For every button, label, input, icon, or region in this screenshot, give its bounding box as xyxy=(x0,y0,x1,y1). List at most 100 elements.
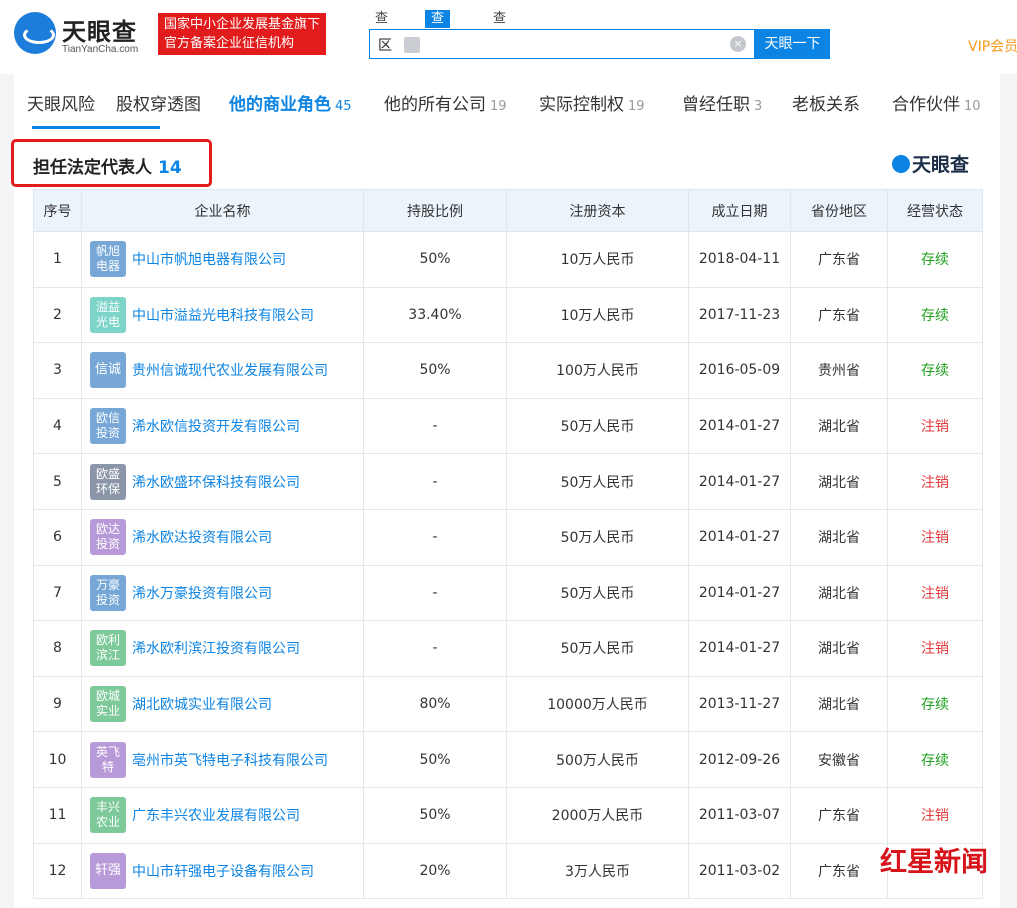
share-ratio: 20% xyxy=(363,842,507,900)
company-cell: 欧利 滨江 浠水欧利滨江投资有限公司 xyxy=(81,620,364,677)
region: 贵州省 xyxy=(790,342,888,399)
tianyancha-logo[interactable]: 天眼查 TianYanCha.com xyxy=(14,12,154,58)
tab-business-roles[interactable]: 他的商业角色 45 xyxy=(229,90,352,115)
tab-partners[interactable]: 合作伙伴 10 xyxy=(892,90,981,115)
region: 湖北省 xyxy=(790,620,888,677)
company-logo[interactable]: 信诚 xyxy=(90,352,126,389)
company-logo-line-1: 欧信 xyxy=(95,411,120,426)
logo-text: 天眼查 xyxy=(62,18,137,46)
row-no: 11 xyxy=(33,786,82,844)
registered-capital: 3万人民币 xyxy=(506,842,689,900)
search-tab-relation[interactable]: 查关系 xyxy=(487,10,512,62)
registered-capital: 10000万人民币 xyxy=(506,675,689,733)
registered-capital: 50万人民币 xyxy=(506,564,689,622)
company-logo[interactable]: 欧信 投资 xyxy=(90,408,126,445)
table-row: 2 溢益 光电 中山市溢益光电科技有限公司 33.40% 10万人民币 2017-11-23… xyxy=(33,286,983,344)
table-row: 10 英飞特亳州市英飞特电子科技有限公司 50% 500万人民币 2012-09-26 安… xyxy=(33,731,983,788)
eye-logo-icon xyxy=(892,155,910,173)
company-logo[interactable]: 欧城 实业 xyxy=(90,686,126,723)
company-cell: 欧盛 环保 浠水欧盛环保科技有限公司 xyxy=(81,453,364,510)
tab-actual-control[interactable]: 实际控制权 19 xyxy=(539,90,645,115)
company-name-link[interactable]: 贵州信诚现代农业发展有限公司 xyxy=(132,363,328,379)
row-no: 12 xyxy=(33,842,82,900)
col-header-no: 序号 xyxy=(33,189,82,232)
company-logo[interactable]: 轩强 xyxy=(90,852,126,889)
company-logo[interactable]: 万豪 投资 xyxy=(90,574,126,611)
company-logo-line-2: 特 xyxy=(101,759,114,774)
company-logo-line-2: 环保 xyxy=(95,481,120,496)
search-input[interactable]: 区 × xyxy=(369,29,755,59)
tab-boss-relations[interactable]: 老板关系 xyxy=(792,90,860,115)
company-logo[interactable]: 溢益 光电 xyxy=(90,296,126,333)
company-logo-line-1: 英飞 xyxy=(95,744,120,759)
business-status: 注销 xyxy=(887,620,983,677)
business-status: 存续 xyxy=(887,286,983,344)
red-highlight-annotation xyxy=(11,139,212,187)
company-logo-line-2: 光电 xyxy=(95,314,120,329)
col-header-share: 持股比例 xyxy=(363,189,507,232)
share-ratio: 50% xyxy=(363,731,507,788)
top-header: 天眼查 TianYanCha.com 国家中小企业发展基金旗下 官方备案企业征信… xyxy=(0,0,1017,74)
share-ratio: - xyxy=(363,508,507,566)
founded-date: 2014-01-27 xyxy=(688,564,791,622)
legal-representative-table: 序号 企业名称 持股比例 注册资本 成立日期 省份地区 经营状态 1 帆旭 电器 中山… xyxy=(33,189,983,900)
company-logo[interactable]: 欧盛 环保 xyxy=(90,463,126,500)
tab-count: 3 xyxy=(754,99,763,114)
company-name-link[interactable]: 广东丰兴农业发展有限公司 xyxy=(132,808,300,824)
tab-label: 他的商业角色 xyxy=(229,95,331,115)
company-name-link[interactable]: 中山市轩强电子设备有限公司 xyxy=(132,864,314,880)
search-tab-boss[interactable]: 查老板 xyxy=(425,10,451,62)
tab-count: 10 xyxy=(964,99,981,114)
company-logo[interactable]: 丰兴 农业 xyxy=(90,797,126,834)
company-name-link[interactable]: 湖北欧城实业有限公司 xyxy=(132,697,272,713)
region: 广东省 xyxy=(790,786,888,844)
company-logo-line-1: 信诚 xyxy=(94,362,121,378)
table-row: 3 信诚 贵州信诚现代农业发展有限公司 50% 100万人民币 2016-05-09 贵州省… xyxy=(33,342,983,399)
tab-count: 19 xyxy=(628,99,645,114)
share-ratio: 50% xyxy=(363,342,507,399)
share-ratio: 33.40% xyxy=(363,286,507,344)
company-name-link[interactable]: 浠水欧信投资开发有限公司 xyxy=(132,419,300,435)
search-tab-company[interactable]: 查公司 xyxy=(369,10,394,62)
founded-date: 2012-09-26 xyxy=(688,731,791,788)
company-logo[interactable]: 欧利 滨江 xyxy=(90,630,126,667)
company-name-link[interactable]: 亳州市英飞特电子科技有限公司 xyxy=(132,753,328,769)
tab-risk[interactable]: 天眼风险 xyxy=(27,90,95,115)
company-logo[interactable]: 欧达 投资 xyxy=(90,519,126,556)
business-status: 存续 xyxy=(887,231,983,288)
row-no: 5 xyxy=(33,453,82,510)
tab-all-companies[interactable]: 他的所有公司 19 xyxy=(384,90,507,115)
clear-icon[interactable]: × xyxy=(730,36,746,52)
business-status: 注销 xyxy=(887,508,983,566)
company-logo-line-1: 帆旭 xyxy=(95,244,120,259)
table-row: 6 欧达 投资 浠水欧达投资有限公司 -50万人民币 2014-01-27 湖北省 注销 xyxy=(33,508,983,566)
company-cell: 英飞特亳州市英飞特电子科技有限公司 xyxy=(81,731,364,788)
registered-capital: 50万人民币 xyxy=(506,620,689,677)
company-cell: 欧城 实业 湖北欧城实业有限公司 xyxy=(81,675,364,733)
company-name-link[interactable]: 中山市帆旭电器有限公司 xyxy=(132,252,286,268)
company-logo[interactable]: 英飞特 xyxy=(90,741,126,778)
company-name-link[interactable]: 浠水欧利滨江投资有限公司 xyxy=(132,641,300,657)
row-no: 9 xyxy=(33,675,82,733)
row-no: 2 xyxy=(33,286,82,344)
registered-capital: 100万人民币 xyxy=(506,342,689,399)
tab-past-positions[interactable]: 曾经任职 3 xyxy=(682,90,762,115)
table-row: 11 丰兴 农业 广东丰兴农业发展有限公司 50% 2000万人民币 2011-03-07 广… xyxy=(33,786,983,844)
company-name-link[interactable]: 浠水欧达投资有限公司 xyxy=(132,530,272,546)
company-name-link[interactable]: 中山市溢益光电科技有限公司 xyxy=(132,308,314,324)
business-status: 存续 xyxy=(887,675,983,733)
founded-date: 2011-03-07 xyxy=(688,786,791,844)
share-ratio: 80% xyxy=(363,675,507,733)
company-logo[interactable]: 帆旭 电器 xyxy=(90,241,126,278)
tab-equity-chart[interactable]: 股权穿透图 xyxy=(116,90,201,115)
row-no: 3 xyxy=(33,342,82,399)
company-name-link[interactable]: 浠水欧盛环保科技有限公司 xyxy=(132,475,300,491)
search-button[interactable]: 天眼一下 xyxy=(755,29,830,59)
registered-capital: 500万人民币 xyxy=(506,731,689,788)
company-cell: 欧信 投资 浠水欧信投资开发有限公司 xyxy=(81,397,364,455)
table-row: 7 万豪 投资 浠水万豪投资有限公司 -50万人民币 2014-01-27 湖北省 注销 xyxy=(33,564,983,622)
table-row: 12 轩强 中山市轩强电子设备有限公司 20% 3万人民币 2011-03-02 广东省 xyxy=(33,842,983,900)
company-name-link[interactable]: 浠水万豪投资有限公司 xyxy=(132,586,272,602)
vip-link[interactable]: VIP会员 xyxy=(968,36,1017,56)
blurred-text xyxy=(404,37,420,53)
